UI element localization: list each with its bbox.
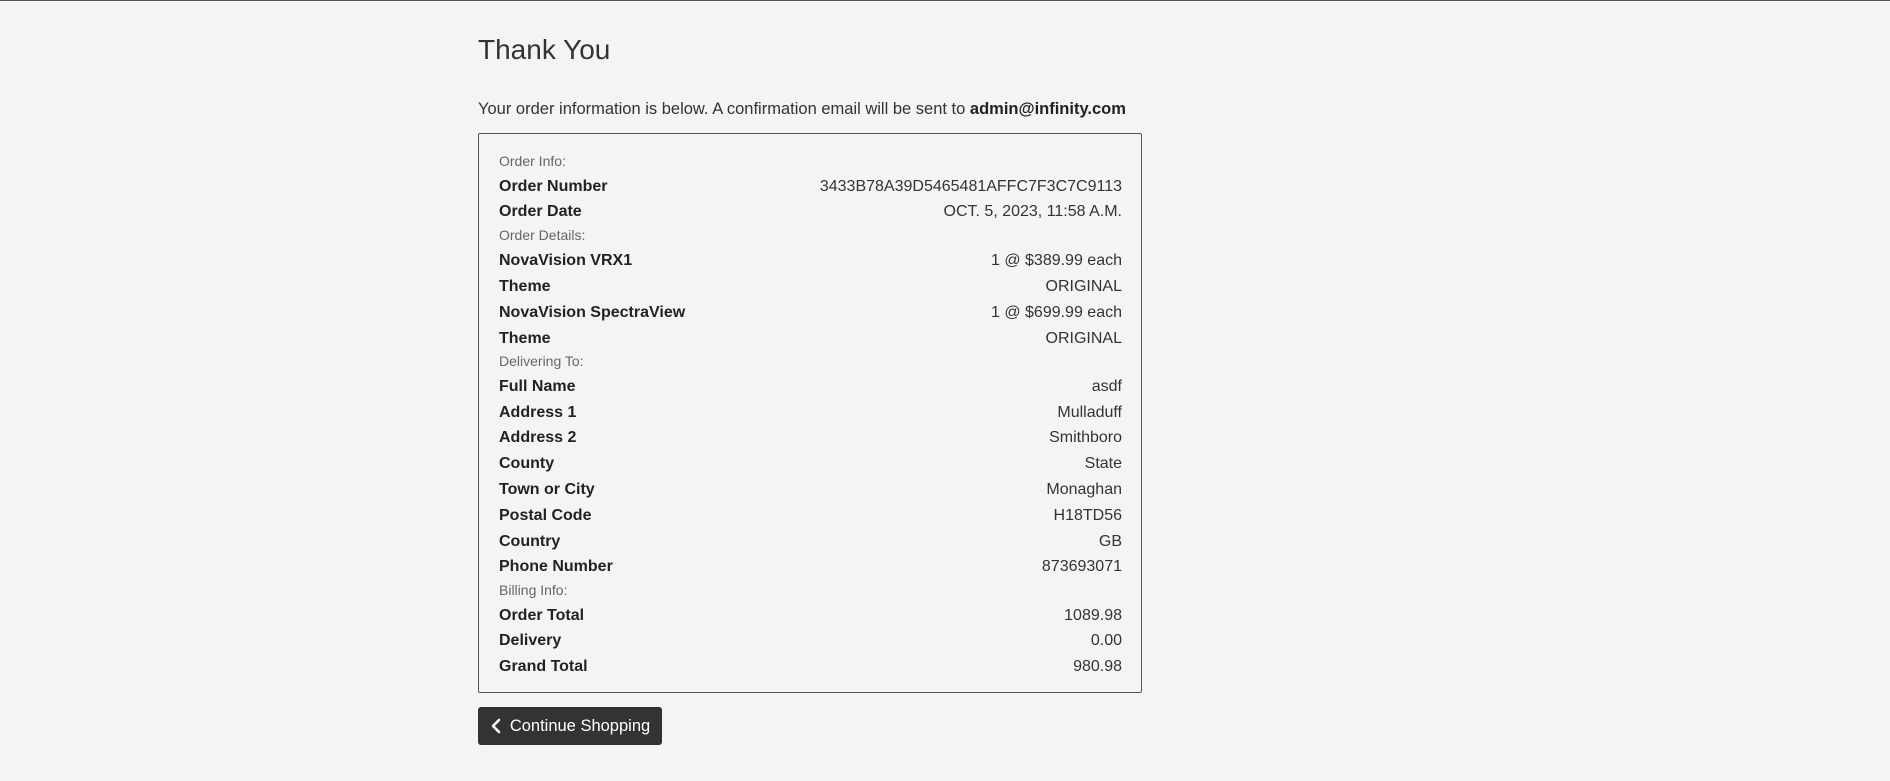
row-label: Country [499, 533, 561, 550]
row-value: 1089.98 [1064, 607, 1122, 624]
section-heading-order-details: Order Details: [499, 227, 586, 243]
row-value: 0.00 [1090, 632, 1122, 649]
row-postal-code: Postal Code H18TD56 [499, 505, 1122, 527]
row-product-1-theme: Theme ORIGINAL [499, 276, 1122, 298]
row-label: NovaVision SpectraView [499, 304, 686, 321]
row-town-or-city: Town or City Monaghan [499, 479, 1122, 501]
row-label: County [499, 455, 555, 472]
continue-shopping-label: Continue Shopping [509, 716, 651, 735]
row-label: Address 1 [499, 404, 577, 421]
row-order-total: Order Total 1089.98 [499, 605, 1122, 627]
row-full-name: Full Name asdf [499, 376, 1122, 398]
row-value: GB [1098, 533, 1122, 550]
page-title: Thank You [478, 34, 611, 65]
row-label: Postal Code [499, 507, 592, 524]
row-value: H18TD56 [1053, 507, 1122, 524]
row-phone-number: Phone Number 873693071 [499, 556, 1122, 578]
section-heading-order-info: Order Info: [499, 153, 566, 169]
row-label: Order Total [499, 607, 585, 624]
row-order-number: Order Number 3433B78A39D5465481AFFC7F3C7… [499, 176, 1122, 198]
row-value: 1 @ $699.99 each [990, 304, 1122, 321]
row-label: Theme [499, 278, 551, 295]
confirmation-email: admin@infinity.com [969, 100, 1126, 118]
row-value: ORIGINAL [1045, 330, 1122, 347]
row-county: County State [499, 453, 1122, 475]
row-value: 980.98 [1073, 658, 1122, 675]
row-delivery: Delivery 0.00 [499, 630, 1122, 652]
confirmation-text: Your order information is below. A confi… [478, 100, 970, 118]
row-order-date: Order Date OCT. 5, 2023, 11:58 A.M. [499, 201, 1122, 223]
row-label: Full Name [499, 378, 576, 395]
row-label: Phone Number [499, 558, 613, 575]
row-value: OCT. 5, 2023, 11:58 A.M. [943, 203, 1122, 220]
order-summary-box: Order Info: Order Number 3433B78A39D5465… [478, 133, 1142, 693]
row-label: Grand Total [499, 658, 588, 675]
row-value: Mulladuff [1057, 404, 1122, 421]
row-country: Country GB [499, 531, 1122, 553]
section-heading-billing-info: Billing Info: [499, 582, 568, 598]
row-product-1: NovaVision VRX1 1 @ $389.99 each [499, 250, 1122, 272]
row-value: asdf [1091, 378, 1122, 395]
top-divider [0, 0, 1890, 1]
row-value: ORIGINAL [1045, 278, 1122, 295]
row-value: Monaghan [1046, 481, 1122, 498]
confirmation-message: Your order information is below. A confi… [478, 99, 1126, 119]
section-heading-delivering-to: Delivering To: [499, 353, 584, 369]
row-label: Order Number [499, 178, 608, 195]
row-label: NovaVision VRX1 [499, 252, 633, 269]
row-value: 3433B78A39D5465481AFFC7F3C7C9113 [819, 178, 1122, 195]
continue-shopping-button[interactable]: Continue Shopping [478, 707, 662, 745]
row-label: Theme [499, 330, 551, 347]
row-value: State [1084, 455, 1122, 472]
row-product-2: NovaVision SpectraView 1 @ $699.99 each [499, 302, 1122, 324]
row-label: Delivery [499, 632, 562, 649]
row-label: Order Date [499, 203, 582, 220]
row-label: Address 2 [499, 429, 577, 446]
row-value: 873693071 [1041, 558, 1122, 575]
row-value: Smithboro [1049, 429, 1122, 446]
row-product-2-theme: Theme ORIGINAL [499, 328, 1122, 350]
row-grand-total: Grand Total 980.98 [499, 656, 1122, 678]
chevron-left-icon [490, 718, 502, 734]
row-address-1: Address 1 Mulladuff [499, 402, 1122, 424]
row-label: Town or City [499, 481, 595, 498]
row-address-2: Address 2 Smithboro [499, 427, 1122, 449]
row-value: 1 @ $389.99 each [990, 252, 1122, 269]
